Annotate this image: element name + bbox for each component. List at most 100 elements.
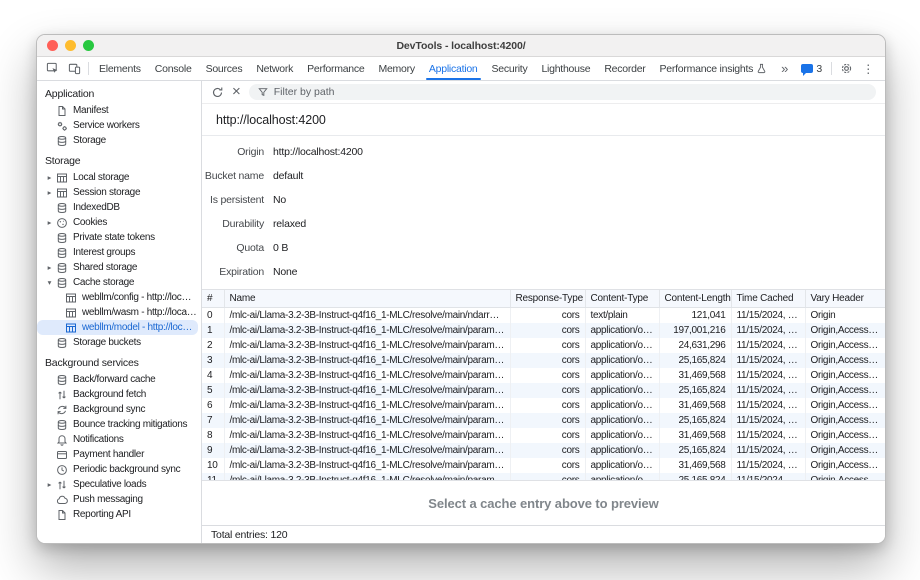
tab-sources[interactable]: Sources bbox=[199, 57, 250, 80]
refresh-button[interactable] bbox=[211, 86, 224, 99]
cache-entry-row[interactable]: 6/mlc-ai/Llama-3.2-3B-Instruct-q4f16_1-M… bbox=[202, 398, 885, 413]
sidebar-item-session-storage[interactable]: ▸Session storage bbox=[37, 185, 201, 200]
cell-time-cached: 11/15/2024, 10… bbox=[731, 383, 805, 398]
cache-entry-row[interactable]: 10/mlc-ai/Llama-3.2-3B-Instruct-q4f16_1-… bbox=[202, 458, 885, 473]
column-header-content-type[interactable]: Content-Type bbox=[585, 290, 659, 308]
tab-lighthouse[interactable]: Lighthouse bbox=[534, 57, 597, 80]
sidebar-item-reporting-api[interactable]: Reporting API bbox=[37, 507, 201, 522]
filter-bar[interactable] bbox=[249, 84, 876, 100]
cell-vary-header: Origin,Access… bbox=[805, 473, 885, 481]
chevron-right-icon[interactable]: ▸ bbox=[45, 480, 54, 489]
sidebar-item-storage[interactable]: Storage bbox=[37, 133, 201, 148]
tab-recorder[interactable]: Recorder bbox=[597, 57, 652, 80]
sidebar-item-label: Manifest bbox=[73, 105, 108, 116]
sidebar-item-bounce-tracking-mitigations[interactable]: Bounce tracking mitigations bbox=[37, 417, 201, 432]
sidebar-section-storage: Storage bbox=[37, 148, 201, 170]
zoom-window-button[interactable] bbox=[83, 40, 94, 51]
tab-console[interactable]: Console bbox=[148, 57, 199, 80]
cell-content-length: 31,469,568 bbox=[659, 398, 731, 413]
menu-button[interactable]: ⋮ bbox=[857, 60, 879, 78]
cache-entry-row[interactable]: 11/mlc-ai/Llama-3.2-3B-Instruct-q4f16_1-… bbox=[202, 473, 885, 481]
close-window-button[interactable] bbox=[47, 40, 58, 51]
inspect-element-button[interactable] bbox=[41, 60, 63, 78]
chevron-right-icon[interactable]: ▸ bbox=[45, 218, 54, 227]
sidebar-item-webllm-model[interactable]: webllm/model - http://loc… bbox=[37, 320, 198, 335]
sidebar-item-local-storage[interactable]: ▸Local storage bbox=[37, 170, 201, 185]
tab-bar-right-controls: » 3 ⋮ bbox=[774, 60, 886, 78]
cell-content-length: 31,469,568 bbox=[659, 458, 731, 473]
delete-selected-button[interactable]: × bbox=[232, 87, 241, 97]
sidebar-item-manifest[interactable]: Manifest bbox=[37, 103, 201, 118]
sidebar-item-background-fetch[interactable]: Background fetch bbox=[37, 387, 201, 402]
inspect-icon bbox=[46, 62, 59, 75]
sidebar-item-back-forward-cache[interactable]: Back/forward cache bbox=[37, 372, 201, 387]
sidebar-item-cookies[interactable]: ▸Cookies bbox=[37, 215, 201, 230]
tab-performance[interactable]: Performance bbox=[300, 57, 371, 80]
cell-content-length: 25,165,824 bbox=[659, 473, 731, 481]
cache-entry-row[interactable]: 5/mlc-ai/Llama-3.2-3B-Instruct-q4f16_1-M… bbox=[202, 383, 885, 398]
column-header-content-length[interactable]: Content-Length bbox=[659, 290, 731, 308]
settings-button[interactable] bbox=[835, 60, 857, 78]
tab-elements[interactable]: Elements bbox=[92, 57, 148, 80]
sidebar-section-background-services: Background services bbox=[37, 350, 201, 372]
cell-name: /mlc-ai/Llama-3.2-3B-Instruct-q4f16_1-ML… bbox=[224, 428, 510, 443]
sidebar-item-payment-handler[interactable]: Payment handler bbox=[37, 447, 201, 462]
database-icon bbox=[56, 202, 68, 214]
cache-entry-row[interactable]: 2/mlc-ai/Llama-3.2-3B-Instruct-q4f16_1-M… bbox=[202, 338, 885, 353]
sidebar-item-cache-storage[interactable]: ▾Cache storage bbox=[37, 275, 201, 290]
column-header-response-type[interactable]: Response-Type bbox=[510, 290, 585, 308]
sidebar-item-label: Speculative loads bbox=[73, 479, 146, 490]
path-filter-input[interactable] bbox=[274, 86, 867, 98]
sidebar-item-shared-storage[interactable]: ▸Shared storage bbox=[37, 260, 201, 275]
column-header-vary-header[interactable]: Vary Header bbox=[805, 290, 885, 308]
cache-entry-row[interactable]: 0/mlc-ai/Llama-3.2-3B-Instruct-q4f16_1-M… bbox=[202, 308, 885, 324]
cache-entry-row[interactable]: 4/mlc-ai/Llama-3.2-3B-Instruct-q4f16_1-M… bbox=[202, 368, 885, 383]
sidebar-item-indexeddb[interactable]: IndexedDB bbox=[37, 200, 201, 215]
chevron-right-icon[interactable]: ▸ bbox=[45, 188, 54, 197]
cache-storage-panel: × http://localhost:4200 Originhttp://loc… bbox=[202, 81, 885, 543]
minimize-window-button[interactable] bbox=[65, 40, 76, 51]
sidebar-item-periodic-background-sync[interactable]: Periodic background sync bbox=[37, 462, 201, 477]
chevron-down-icon[interactable]: ▾ bbox=[45, 278, 54, 287]
sidebar-item-push-messaging[interactable]: Push messaging bbox=[37, 492, 201, 507]
chevron-right-icon[interactable]: ▸ bbox=[45, 263, 54, 272]
tab-network[interactable]: Network bbox=[249, 57, 300, 80]
column-header-name[interactable]: Name bbox=[224, 290, 510, 308]
cell-response-type: cors bbox=[510, 383, 585, 398]
sidebar-item-notifications[interactable]: Notifications bbox=[37, 432, 201, 447]
arrows-updown-icon bbox=[56, 479, 68, 491]
chevron-right-icon[interactable]: ▸ bbox=[45, 173, 54, 182]
sidebar-item-storage-buckets[interactable]: Storage buckets bbox=[37, 335, 201, 350]
sidebar-item-background-sync[interactable]: Background sync bbox=[37, 402, 201, 417]
window-titlebar: DevTools - localhost:4200/ bbox=[37, 35, 885, 57]
cell-content-length: 121,041 bbox=[659, 308, 731, 324]
cache-entry-row[interactable]: 7/mlc-ai/Llama-3.2-3B-Instruct-q4f16_1-M… bbox=[202, 413, 885, 428]
cache-entry-row[interactable]: 8/mlc-ai/Llama-3.2-3B-Instruct-q4f16_1-M… bbox=[202, 428, 885, 443]
tab-performance-insights[interactable]: Performance insights bbox=[653, 57, 775, 80]
console-status-button[interactable]: 3 bbox=[795, 63, 828, 75]
sidebar-item-webllm-wasm[interactable]: webllm/wasm - http://loca… bbox=[37, 305, 201, 320]
cell-: 0 bbox=[202, 308, 224, 324]
cell-response-type: cors bbox=[510, 353, 585, 368]
sidebar-item-speculative-loads[interactable]: ▸ Speculative loads bbox=[37, 477, 201, 492]
tab-memory[interactable]: Memory bbox=[371, 57, 421, 80]
table-icon bbox=[65, 322, 77, 334]
sidebar-item-private-state-tokens[interactable]: Private state tokens bbox=[37, 230, 201, 245]
cache-entry-row[interactable]: 3/mlc-ai/Llama-3.2-3B-Instruct-q4f16_1-M… bbox=[202, 353, 885, 368]
device-toolbar-button[interactable] bbox=[63, 60, 85, 78]
cell-content-type: application/oc… bbox=[585, 398, 659, 413]
column-header-index[interactable]: # bbox=[202, 290, 224, 308]
cell-response-type: cors bbox=[510, 458, 585, 473]
sidebar-item-interest-groups[interactable]: Interest groups bbox=[37, 245, 201, 260]
tab-label: Console bbox=[155, 63, 192, 75]
sidebar-item-label: Bounce tracking mitigations bbox=[73, 419, 187, 430]
tab-security[interactable]: Security bbox=[485, 57, 535, 80]
sidebar-item-service-workers[interactable]: Service workers bbox=[37, 118, 201, 133]
more-tabs-button[interactable]: » bbox=[774, 61, 795, 76]
sidebar-item-webllm-config[interactable]: webllm/config - http://loc… bbox=[37, 290, 201, 305]
cache-entry-row[interactable]: 1/mlc-ai/Llama-3.2-3B-Instruct-q4f16_1-M… bbox=[202, 323, 885, 338]
cache-entry-row[interactable]: 9/mlc-ai/Llama-3.2-3B-Instruct-q4f16_1-M… bbox=[202, 443, 885, 458]
tab-application[interactable]: Application bbox=[422, 57, 485, 80]
clock-icon bbox=[56, 464, 68, 476]
column-header-time-cached[interactable]: Time Cached bbox=[731, 290, 805, 308]
